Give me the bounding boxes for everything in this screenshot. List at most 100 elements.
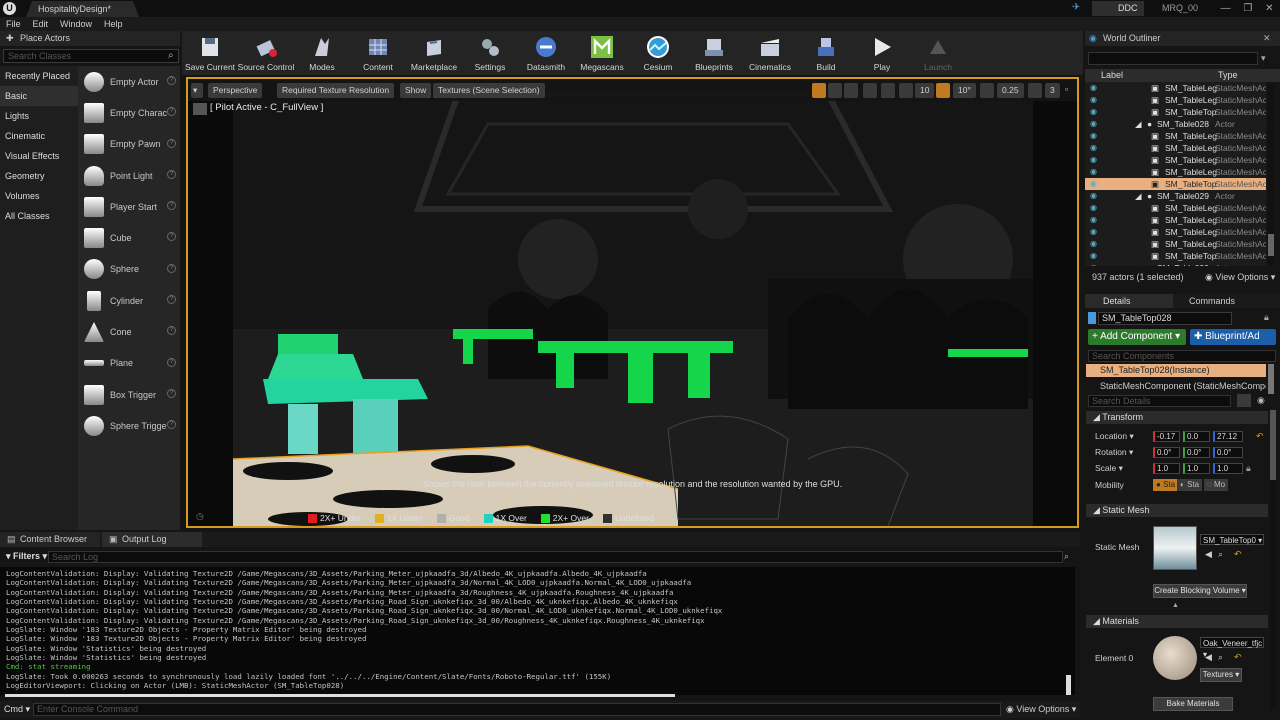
world-outliner-tab[interactable]: ◉ World Outliner <box>1085 31 1280 46</box>
viewport-realtime-icon[interactable]: ◷ <box>196 511 204 522</box>
search-classes-input[interactable]: Search Classes <box>3 49 179 63</box>
log-filters-button[interactable]: ▾ Filters ▾ <box>6 551 47 562</box>
static-mesh-thumbnail[interactable] <box>1153 526 1197 570</box>
visibility-eye-icon[interactable]: ◉ <box>1090 166 1097 178</box>
help-icon[interactable]: ? <box>167 201 176 211</box>
material-dropdown[interactable]: Oak_Veneer_tfjc ▾ <box>1200 637 1264 659</box>
category-all-classes[interactable]: All Classes <box>0 206 78 226</box>
help-icon[interactable]: ? <box>167 169 176 179</box>
close-button[interactable]: ✕ <box>1265 3 1273 14</box>
rotation-x[interactable]: 0.0° <box>1153 447 1180 458</box>
outliner-scrollbar[interactable] <box>1268 84 1274 266</box>
category-geometry[interactable]: Geometry <box>0 166 78 186</box>
outliner-row[interactable]: ◉ ▣ SM_TableLeg StaticMeshAc <box>1085 166 1266 178</box>
mobility-static-button[interactable]: ● Sta <box>1153 479 1179 491</box>
static-mesh-section[interactable]: ◢ Static Mesh <box>1086 504 1268 517</box>
type-column-header[interactable]: Type <box>1218 69 1238 82</box>
component-instance[interactable]: SM_TableTop028(Instance) <box>1086 364 1266 377</box>
browse-material-icon[interactable]: ⌕ <box>1218 652 1223 663</box>
textures-button[interactable]: Textures (Scene Selection) <box>433 83 545 98</box>
outliner-row[interactable]: ◉ ▣ SM_TableTop StaticMeshAc <box>1085 178 1266 190</box>
actor-name-field[interactable]: SM_TableTop028 <box>1098 312 1232 325</box>
scale-lock-icon[interactable]: 🔒︎ <box>1246 463 1251 474</box>
help-icon[interactable]: ? <box>167 357 176 367</box>
mobility-movable-button[interactable]: ◌ Mo <box>1204 479 1229 491</box>
help-icon[interactable]: ? <box>167 76 176 85</box>
commands-tab[interactable]: Commands <box>1189 294 1235 308</box>
camera-speed-icon[interactable] <box>1028 83 1042 98</box>
outliner-row[interactable]: ◉ ▣ SM_TableLeg StaticMeshAc <box>1085 94 1266 106</box>
view-mode-button[interactable]: Required Texture Resolution <box>277 83 395 98</box>
details-scrollbar[interactable] <box>1270 410 1276 710</box>
close-tab-icon[interactable]: ✕ <box>1263 33 1271 44</box>
visibility-eye-icon[interactable]: ◉ <box>1090 106 1097 118</box>
bake-materials-button[interactable]: Bake Materials <box>1153 697 1233 711</box>
rotation-snap-value[interactable]: 10° <box>953 83 976 98</box>
actor-item[interactable]: Empty Actor? <box>78 66 180 97</box>
world-icon[interactable] <box>863 83 877 98</box>
reset-location-icon[interactable]: ↶ <box>1256 431 1264 442</box>
blueprints-button[interactable]: Blueprints <box>686 31 742 75</box>
actor-item[interactable]: Cone? <box>78 316 180 347</box>
location-z[interactable]: 27.12 <box>1213 431 1243 442</box>
visibility-eye-icon[interactable]: ◉ <box>1090 94 1097 106</box>
rotation-label[interactable]: Rotation ▾ <box>1095 447 1133 458</box>
actor-item[interactable]: Cube? <box>78 222 180 253</box>
actor-item[interactable]: Empty Pawn? <box>78 129 180 160</box>
menu-file[interactable]: File <box>0 17 27 31</box>
label-column-header[interactable]: Label <box>1101 69 1123 82</box>
expand-arrow-icon[interactable]: ◢ <box>1135 118 1142 130</box>
mobility-stationary-button[interactable]: ◐ Sta <box>1177 479 1203 491</box>
lock-icon[interactable]: 🔒︎ <box>1264 312 1269 323</box>
actor-item[interactable]: Player Start? <box>78 191 180 222</box>
textures-dropdown[interactable]: Textures ▾ <box>1200 668 1242 682</box>
outliner-settings-icon[interactable]: ▾ <box>1261 53 1266 64</box>
console-command-input[interactable]: Enter Console Command <box>33 703 1001 716</box>
show-button[interactable]: Show <box>400 83 432 98</box>
scale-x[interactable]: 1.0 <box>1153 463 1180 474</box>
help-icon[interactable]: ? <box>167 326 176 336</box>
category-lights[interactable]: Lights <box>0 106 78 126</box>
source-control-button[interactable]: Source Control <box>238 31 294 75</box>
use-selected-icon[interactable]: ◀ <box>1205 549 1212 560</box>
reset-mesh-icon[interactable]: ↶ <box>1234 549 1242 560</box>
components-scrollbar[interactable] <box>1268 364 1274 394</box>
visibility-eye-icon[interactable]: ◉ <box>1090 262 1097 266</box>
save-current-button[interactable]: Save Current <box>182 31 238 75</box>
category-recently-placed[interactable]: Recently Placed <box>0 66 78 86</box>
scale-snap-icon[interactable] <box>980 83 994 98</box>
grid-icon[interactable] <box>899 83 913 98</box>
outliner-row[interactable]: ◉ ▣ SM_TableLeg StaticMeshAc <box>1085 154 1266 166</box>
outliner-row[interactable]: ◉ ▣ SM_TableLeg StaticMeshAc <box>1085 226 1266 238</box>
help-icon[interactable]: ? <box>167 107 176 117</box>
play-button[interactable]: Play <box>854 31 910 75</box>
bottom-view-options[interactable]: ◉ View Options ▾ <box>1006 704 1076 715</box>
help-icon[interactable]: ? <box>167 263 176 273</box>
search-log-input[interactable]: Search Log <box>48 551 1063 563</box>
static-mesh-component[interactable]: StaticMeshComponent (StaticMeshCompon <box>1086 380 1266 392</box>
help-icon[interactable]: ? <box>167 138 176 148</box>
visibility-eye-icon[interactable]: ◉ <box>1090 238 1097 250</box>
notification-icon[interactable]: ✈ <box>1072 2 1080 13</box>
visibility-eye-icon[interactable]: ◉ <box>1090 202 1097 214</box>
expand-arrow-icon[interactable]: ◢ <box>1135 262 1142 266</box>
location-label[interactable]: Location ▾ <box>1095 431 1134 442</box>
rotation-z[interactable]: 0.0° <box>1213 447 1243 458</box>
help-icon[interactable]: ? <box>167 420 176 430</box>
category-basic[interactable]: Basic <box>0 86 78 106</box>
log-scrollbar-thumb[interactable] <box>1066 675 1071 695</box>
expand-arrow-icon[interactable]: ◢ <box>1135 190 1142 202</box>
maximize-button[interactable]: ❐ <box>1243 3 1252 14</box>
perspective-button[interactable]: Perspective <box>208 83 263 98</box>
blueprint-add-button[interactable]: ✚ Blueprint/Ad <box>1190 329 1276 345</box>
actor-item[interactable]: Sphere? <box>78 254 180 285</box>
cinematics-button[interactable]: Cinematics <box>742 31 798 75</box>
scale-z[interactable]: 1.0 <box>1213 463 1243 474</box>
content-browser-tab[interactable]: ▤ Content Browser <box>0 532 100 547</box>
property-matrix-icon[interactable] <box>1237 394 1251 407</box>
minimize-button[interactable]: — <box>1220 3 1230 14</box>
search-components-input[interactable]: Search Components <box>1088 350 1276 362</box>
visibility-eye-icon[interactable]: ◉ <box>1090 190 1097 202</box>
visibility-eye-icon[interactable]: ◉ <box>1090 154 1097 166</box>
visibility-eye-icon[interactable]: ◉ <box>1090 250 1097 262</box>
